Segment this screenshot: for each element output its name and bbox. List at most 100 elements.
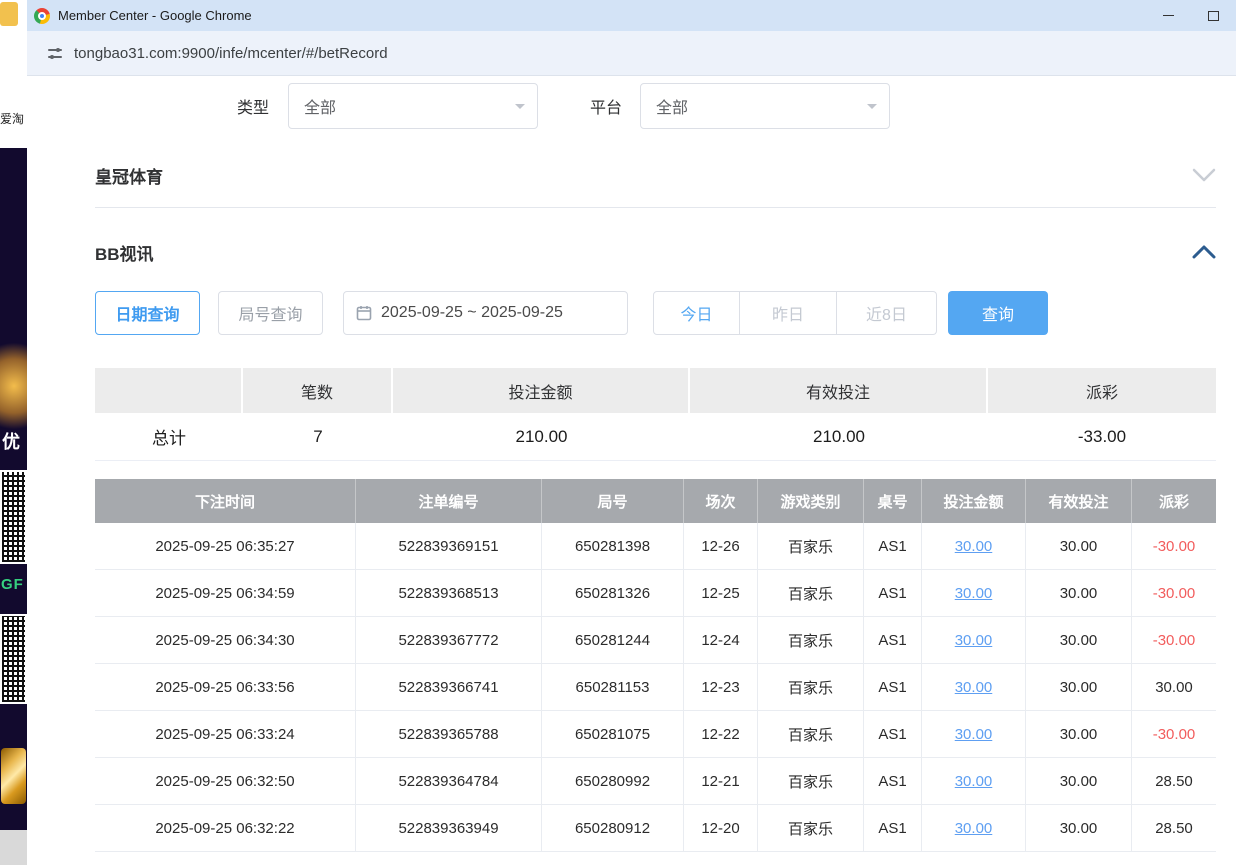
- cell-bet-amount-link[interactable]: 30.00: [922, 805, 1026, 851]
- cell-game-type: 百家乐: [758, 570, 864, 616]
- bet-record-table: 下注时间 注单编号 局号 场次 游戏类别 桌号 投注金额 有效投注 派彩 202…: [95, 479, 1216, 852]
- cell-bet-amount-link[interactable]: 30.00: [922, 664, 1026, 710]
- background-text-mid: 优: [2, 428, 20, 454]
- summary-valid-bet-value: 210.00: [690, 413, 988, 461]
- cell-table-no: AS1: [864, 617, 922, 663]
- cell-game-type: 百家乐: [758, 758, 864, 804]
- table-row: 2025-09-25 06:35:27 522839369151 6502813…: [95, 523, 1216, 570]
- section-bb-title: BB视讯: [95, 240, 154, 265]
- qr-code-2: [0, 614, 27, 704]
- cell-table-no: AS1: [864, 805, 922, 851]
- summary-bet-amount-value: 210.00: [393, 413, 690, 461]
- cell-order-no: 522839363949: [356, 805, 542, 851]
- address-bar-url[interactable]: tongbao31.com:9900/infe/mcenter/#/betRec…: [74, 45, 388, 62]
- cell-bet-amount-link[interactable]: 30.00: [922, 617, 1026, 663]
- summary-header-empty: [95, 368, 243, 413]
- minimize-button[interactable]: [1146, 0, 1191, 31]
- type-select-value: 全部: [304, 94, 336, 118]
- cell-valid-bet: 30.00: [1026, 570, 1132, 616]
- gold-glow-decoration: [0, 331, 27, 441]
- taskbar-icon-fragment: [0, 2, 18, 26]
- type-filter-label: 类型: [237, 94, 269, 118]
- cell-session: 12-26: [684, 523, 758, 569]
- cell-round-no: 650281153: [542, 664, 684, 710]
- cell-payout: 28.50: [1132, 805, 1216, 851]
- cell-round-no: 650281244: [542, 617, 684, 663]
- cell-bet-amount-link[interactable]: 30.00: [922, 711, 1026, 757]
- summary-header-payout: 派彩: [988, 368, 1216, 413]
- search-button[interactable]: 查询: [948, 291, 1048, 335]
- cell-game-type: 百家乐: [758, 711, 864, 757]
- type-select[interactable]: 全部: [288, 83, 538, 129]
- desktop-background-strip: 爱淘 优 GF: [0, 0, 27, 865]
- table-row: 2025-09-25 06:32:22 522839363949 6502809…: [95, 805, 1216, 852]
- header-round-no: 局号: [542, 479, 684, 523]
- summary-count-value: 7: [243, 413, 393, 461]
- cell-valid-bet: 30.00: [1026, 805, 1132, 851]
- header-payout: 派彩: [1132, 479, 1216, 523]
- cell-valid-bet: 30.00: [1026, 617, 1132, 663]
- table-row: 2025-09-25 06:33:24 522839365788 6502810…: [95, 711, 1216, 758]
- summary-header-count: 笔数: [243, 368, 393, 413]
- section-crown-sports[interactable]: 皇冠体育: [95, 162, 1216, 188]
- cell-valid-bet: 30.00: [1026, 523, 1132, 569]
- chevron-down-icon: [867, 104, 877, 114]
- table-row: 2025-09-25 06:32:50 522839364784 6502809…: [95, 758, 1216, 805]
- cell-session: 12-22: [684, 711, 758, 757]
- background-dark-panel: 优 GF: [0, 148, 27, 830]
- chevron-down-icon[interactable]: [1192, 168, 1216, 182]
- cell-payout: 28.50: [1132, 758, 1216, 804]
- summary-table: 笔数 投注金额 有效投注 派彩 总计 7 210.00 210.00 -33.0…: [95, 368, 1216, 461]
- cell-order-no: 522839368513: [356, 570, 542, 616]
- platform-select[interactable]: 全部: [640, 83, 890, 129]
- cell-order-no: 522839367772: [356, 617, 542, 663]
- header-valid-bet: 有效投注: [1026, 479, 1132, 523]
- query-toolbar: 日期查询 局号查询 2025-09-25 ~ 2025-09-25 今日 昨日 …: [95, 291, 1236, 335]
- round-query-button[interactable]: 局号查询: [218, 291, 323, 335]
- section-divider: [95, 207, 1216, 208]
- browser-window: Member Center - Google Chrome tongbao31.…: [27, 0, 1236, 865]
- cell-valid-bet: 30.00: [1026, 711, 1132, 757]
- cell-payout: -30.00: [1132, 523, 1216, 569]
- browser-toolbar: tongbao31.com:9900/infe/mcenter/#/betRec…: [27, 31, 1236, 76]
- last-8-days-button[interactable]: 近8日: [837, 291, 937, 335]
- cell-game-type: 百家乐: [758, 664, 864, 710]
- yesterday-button[interactable]: 昨日: [740, 291, 837, 335]
- cell-session: 12-21: [684, 758, 758, 804]
- cell-bet-time: 2025-09-25 06:35:27: [95, 523, 356, 569]
- cell-session: 12-25: [684, 570, 758, 616]
- minimize-icon: [1163, 15, 1174, 16]
- table-header-row: 下注时间 注单编号 局号 场次 游戏类别 桌号 投注金额 有效投注 派彩: [95, 479, 1216, 523]
- site-settings-icon[interactable]: [48, 45, 64, 61]
- today-button[interactable]: 今日: [653, 291, 740, 335]
- chrome-logo-icon: [34, 8, 50, 24]
- platform-select-value: 全部: [656, 94, 688, 118]
- cell-table-no: AS1: [864, 523, 922, 569]
- header-bet-time: 下注时间: [95, 479, 356, 523]
- cell-game-type: 百家乐: [758, 523, 864, 569]
- cell-bet-amount-link[interactable]: 30.00: [922, 758, 1026, 804]
- cell-bet-time: 2025-09-25 06:33:56: [95, 664, 356, 710]
- date-range-input[interactable]: 2025-09-25 ~ 2025-09-25: [343, 291, 628, 335]
- section-bb-video[interactable]: BB视讯: [95, 239, 1216, 265]
- chevron-down-icon: [515, 104, 525, 114]
- header-table-no: 桌号: [864, 479, 922, 523]
- header-order-no: 注单编号: [356, 479, 542, 523]
- cell-session: 12-23: [684, 664, 758, 710]
- cell-bet-amount-link[interactable]: 30.00: [922, 570, 1026, 616]
- summary-payout-value: -33.00: [988, 413, 1216, 461]
- date-range-value: 2025-09-25 ~ 2025-09-25: [381, 304, 563, 322]
- cell-order-no: 522839369151: [356, 523, 542, 569]
- maximize-button[interactable]: [1191, 0, 1236, 31]
- cell-bet-time: 2025-09-25 06:32:22: [95, 805, 356, 851]
- date-query-button[interactable]: 日期查询: [95, 291, 200, 335]
- cell-bet-amount-link[interactable]: 30.00: [922, 523, 1026, 569]
- platform-filter-label: 平台: [590, 94, 622, 118]
- header-game-type: 游戏类别: [758, 479, 864, 523]
- chevron-up-icon[interactable]: [1192, 245, 1216, 259]
- cell-bet-time: 2025-09-25 06:32:50: [95, 758, 356, 804]
- window-controls: [1146, 0, 1236, 31]
- cell-round-no: 650281075: [542, 711, 684, 757]
- cell-payout: -30.00: [1132, 617, 1216, 663]
- cell-bet-time: 2025-09-25 06:34:30: [95, 617, 356, 663]
